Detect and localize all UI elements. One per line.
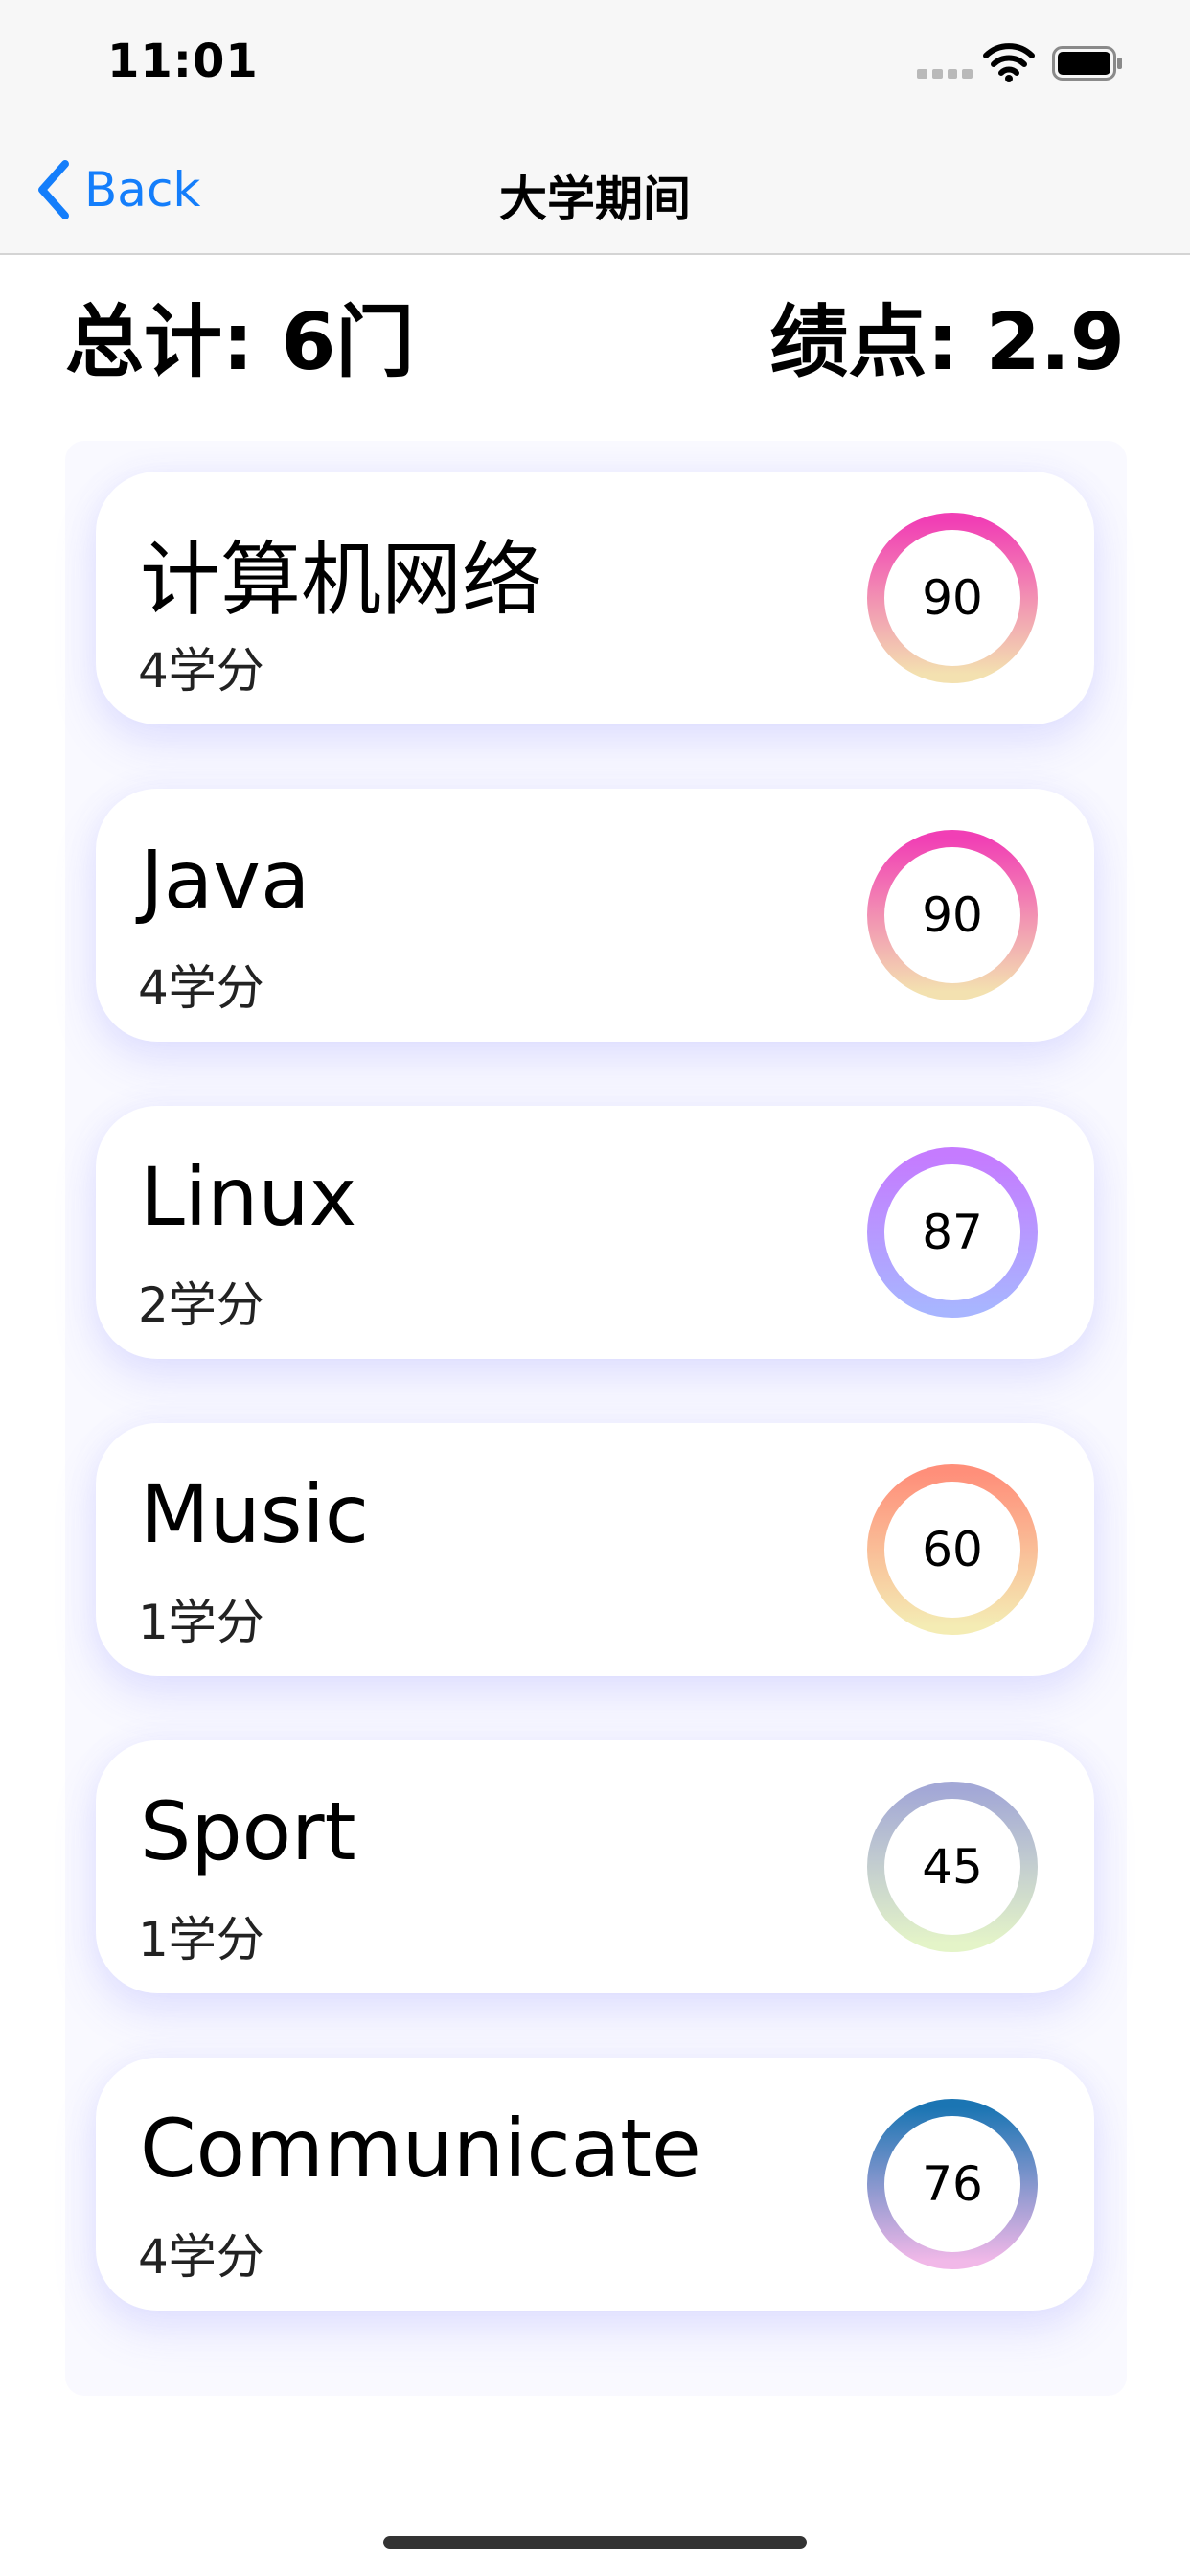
course-card[interactable]: Linux 2学分 87 <box>96 1106 1094 1359</box>
course-name: Communicate <box>140 2102 701 2196</box>
status-bar: 11:01 <box>0 0 1190 126</box>
course-name: Sport <box>140 1784 356 1878</box>
score-value: 90 <box>922 570 983 626</box>
course-name: Java <box>140 833 310 927</box>
score-ring: 90 <box>862 508 1042 688</box>
course-credit: 4学分 <box>138 960 264 1016</box>
course-card[interactable]: Communicate 4学分 76 <box>96 2058 1094 2311</box>
status-time: 11:01 <box>107 34 259 88</box>
navigation-bar: Back 大学期间 <box>0 126 1190 255</box>
score-value: 60 <box>922 1522 983 1577</box>
course-credit: 2学分 <box>138 1277 264 1333</box>
course-credit: 4学分 <box>138 643 264 699</box>
course-credit: 4学分 <box>138 2229 264 2285</box>
score-value: 87 <box>922 1205 983 1260</box>
score-value: 45 <box>922 1839 983 1895</box>
course-name: Linux <box>140 1150 357 1244</box>
score-ring: 90 <box>862 825 1042 1005</box>
course-card[interactable]: Music 1学分 60 <box>96 1423 1094 1676</box>
course-card[interactable]: Sport 1学分 45 <box>96 1740 1094 1993</box>
course-name: 计算机网络 <box>140 533 543 627</box>
score-ring: 76 <box>862 2094 1042 2274</box>
page-title: 大学期间 <box>499 172 691 227</box>
course-card[interactable]: 计算机网络 4学分 90 <box>96 472 1094 724</box>
score-ring: 45 <box>862 1777 1042 1957</box>
score-value: 90 <box>922 887 983 943</box>
gpa-summary: 绩点: 2.9 <box>769 297 1125 388</box>
cellular-signal-icon <box>917 69 973 79</box>
score-ring: 60 <box>862 1460 1042 1640</box>
course-name: Music <box>140 1467 369 1561</box>
wifi-icon <box>983 43 1035 82</box>
score-ring: 87 <box>862 1142 1042 1322</box>
battery-icon <box>1052 46 1122 80</box>
course-card[interactable]: Java 4学分 90 <box>96 789 1094 1042</box>
score-value: 76 <box>922 2156 983 2212</box>
total-courses: 总计: 6门 <box>65 297 415 388</box>
course-credit: 1学分 <box>138 1912 264 1967</box>
home-indicator[interactable] <box>383 2536 807 2549</box>
course-credit: 1学分 <box>138 1595 264 1650</box>
